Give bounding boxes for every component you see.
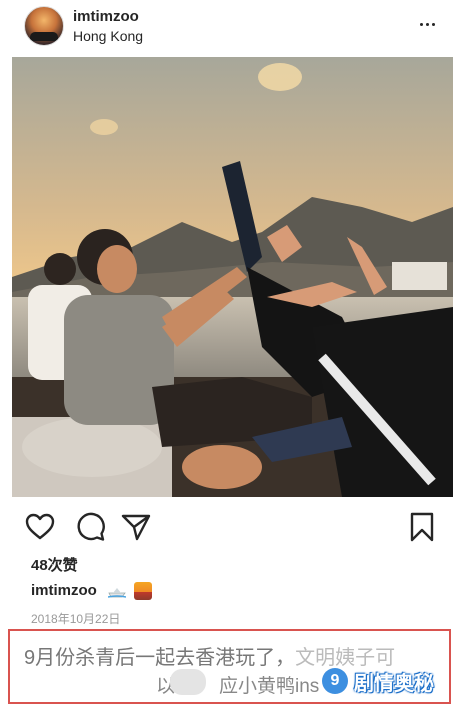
comment-icon[interactable] (74, 511, 106, 543)
speedboat-emoji (107, 584, 127, 598)
post-header: imtimzoo Hong Kong (0, 0, 463, 56)
more-dot (425, 22, 429, 26)
caption-username[interactable]: imtimzoo (31, 582, 97, 599)
overlay-line2-suffix: 应小黄鸭ins (219, 676, 320, 697)
avatar[interactable] (24, 6, 64, 46)
heart-glyph (25, 513, 55, 540)
instagram-post: imtimzoo Hong Kong 48次赞 imtimzoo 2018年10… (0, 0, 463, 710)
watermark-logo-icon: 9 (322, 668, 348, 694)
post-date: 2018年10月22日 (31, 612, 121, 626)
post-location[interactable]: Hong Kong (73, 28, 143, 44)
watermark-text: 剧情奥秘 (354, 672, 434, 695)
sunset-emoji (134, 582, 152, 600)
more-dot (431, 22, 435, 26)
bookmark-glyph (410, 512, 434, 542)
caption-overlay: 9月份杀青后一起去香港玩了，文明姨子可 以应小黄鸭ins 9 剧情奥秘 (8, 629, 451, 704)
post-username[interactable]: imtimzoo (73, 8, 139, 25)
action-bar (0, 505, 463, 549)
more-dot (419, 22, 423, 26)
likes-count[interactable]: 48次赞 (31, 554, 78, 575)
comment-glyph (77, 512, 105, 541)
bookmark-icon[interactable] (406, 511, 438, 543)
photo-illustration (12, 57, 453, 497)
share-icon[interactable] (120, 511, 152, 543)
watermark: 9 剧情奥秘 (322, 663, 434, 699)
heart-icon[interactable] (24, 511, 56, 543)
share-glyph (121, 514, 151, 541)
blurred-region (170, 669, 206, 695)
overlay-caption-text: 9月份杀青后一起去香港玩了， (24, 647, 296, 669)
post-photo[interactable] (12, 57, 453, 497)
more-options-icon[interactable] (412, 12, 442, 36)
speedboat-glyph (107, 588, 127, 598)
